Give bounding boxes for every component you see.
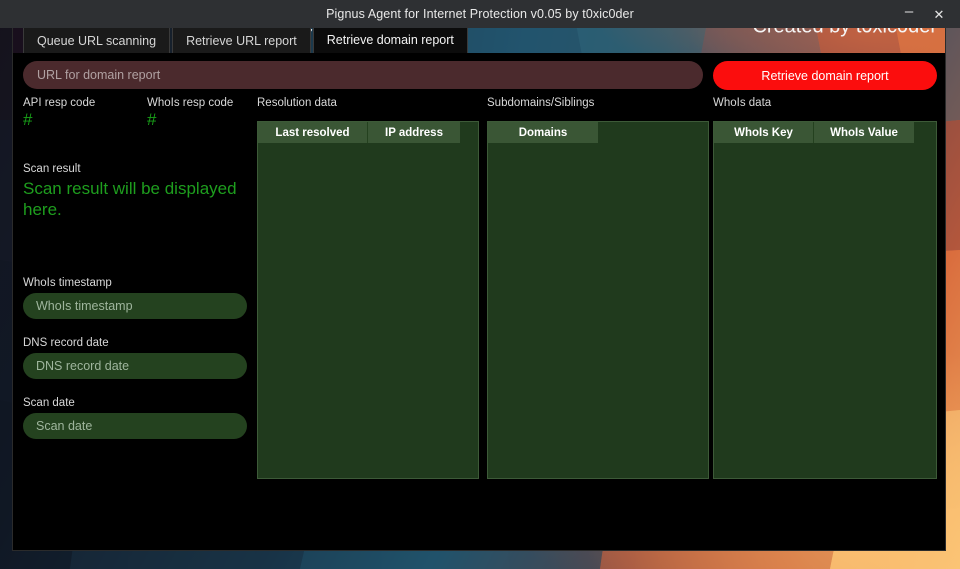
table-header-row: Domains [488,122,708,143]
window-title: Pignus Agent for Internet Protection v0.… [326,7,634,21]
tab-queue-url-scanning[interactable]: Queue URL scanning [23,27,171,53]
whois-resp-code-label: WhoIs resp code [147,97,234,109]
column-ip-address[interactable]: IP address [368,122,460,143]
column-whois-value[interactable]: WhoIs Value [814,122,914,143]
minimize-icon[interactable]: – [894,0,924,28]
api-resp-code-value: # [23,110,33,129]
scan-date-label: Scan date [23,397,75,409]
tab-bar: Queue URL scanning Retrieve URL report R… [13,25,470,53]
application-window: Pignus Agent for Internet Protection Cre… [12,0,946,551]
window-title-bar[interactable]: Pignus Agent for Internet Protection v0.… [0,0,960,28]
url-input[interactable] [23,61,703,89]
dns-record-date-input[interactable] [23,353,247,379]
dns-record-date-label: DNS record date [23,337,109,349]
column-whois-key[interactable]: WhoIs Key [714,122,814,143]
resolution-data-label: Resolution data [257,97,337,109]
window-controls: – ✕ [894,0,954,28]
scan-date-input[interactable] [23,413,247,439]
api-resp-code-label: API resp code [23,97,96,109]
tab-retrieve-url-report[interactable]: Retrieve URL report [172,27,311,53]
column-domains[interactable]: Domains [488,122,598,143]
scan-result-text: Scan result will be displayed here. [23,179,237,219]
whois-timestamp-label: WhoIs timestamp [23,277,112,289]
tab-retrieve-domain-report[interactable]: Retrieve domain report [312,25,468,53]
close-icon[interactable]: ✕ [924,0,954,28]
scan-result-label: Scan result [23,163,81,175]
whois-data-table[interactable]: WhoIs Key WhoIs Value [713,121,937,479]
whois-data-label: WhoIs data [713,97,772,109]
whois-timestamp-input[interactable] [23,293,247,319]
tab-content-retrieve-domain-report: Retrieve domain report API resp code # W… [13,53,945,550]
subdomains-siblings-table[interactable]: Domains [487,121,709,479]
table-header-row: Last resolved IP address [258,122,478,143]
whois-resp-code-value: # [147,110,157,129]
resolution-data-table[interactable]: Last resolved IP address [257,121,479,479]
table-header-row: WhoIs Key WhoIs Value [714,122,936,143]
retrieve-domain-report-button[interactable]: Retrieve domain report [713,61,937,90]
column-last-resolved[interactable]: Last resolved [258,122,368,143]
subdomains-siblings-label: Subdomains/Siblings [487,97,595,109]
